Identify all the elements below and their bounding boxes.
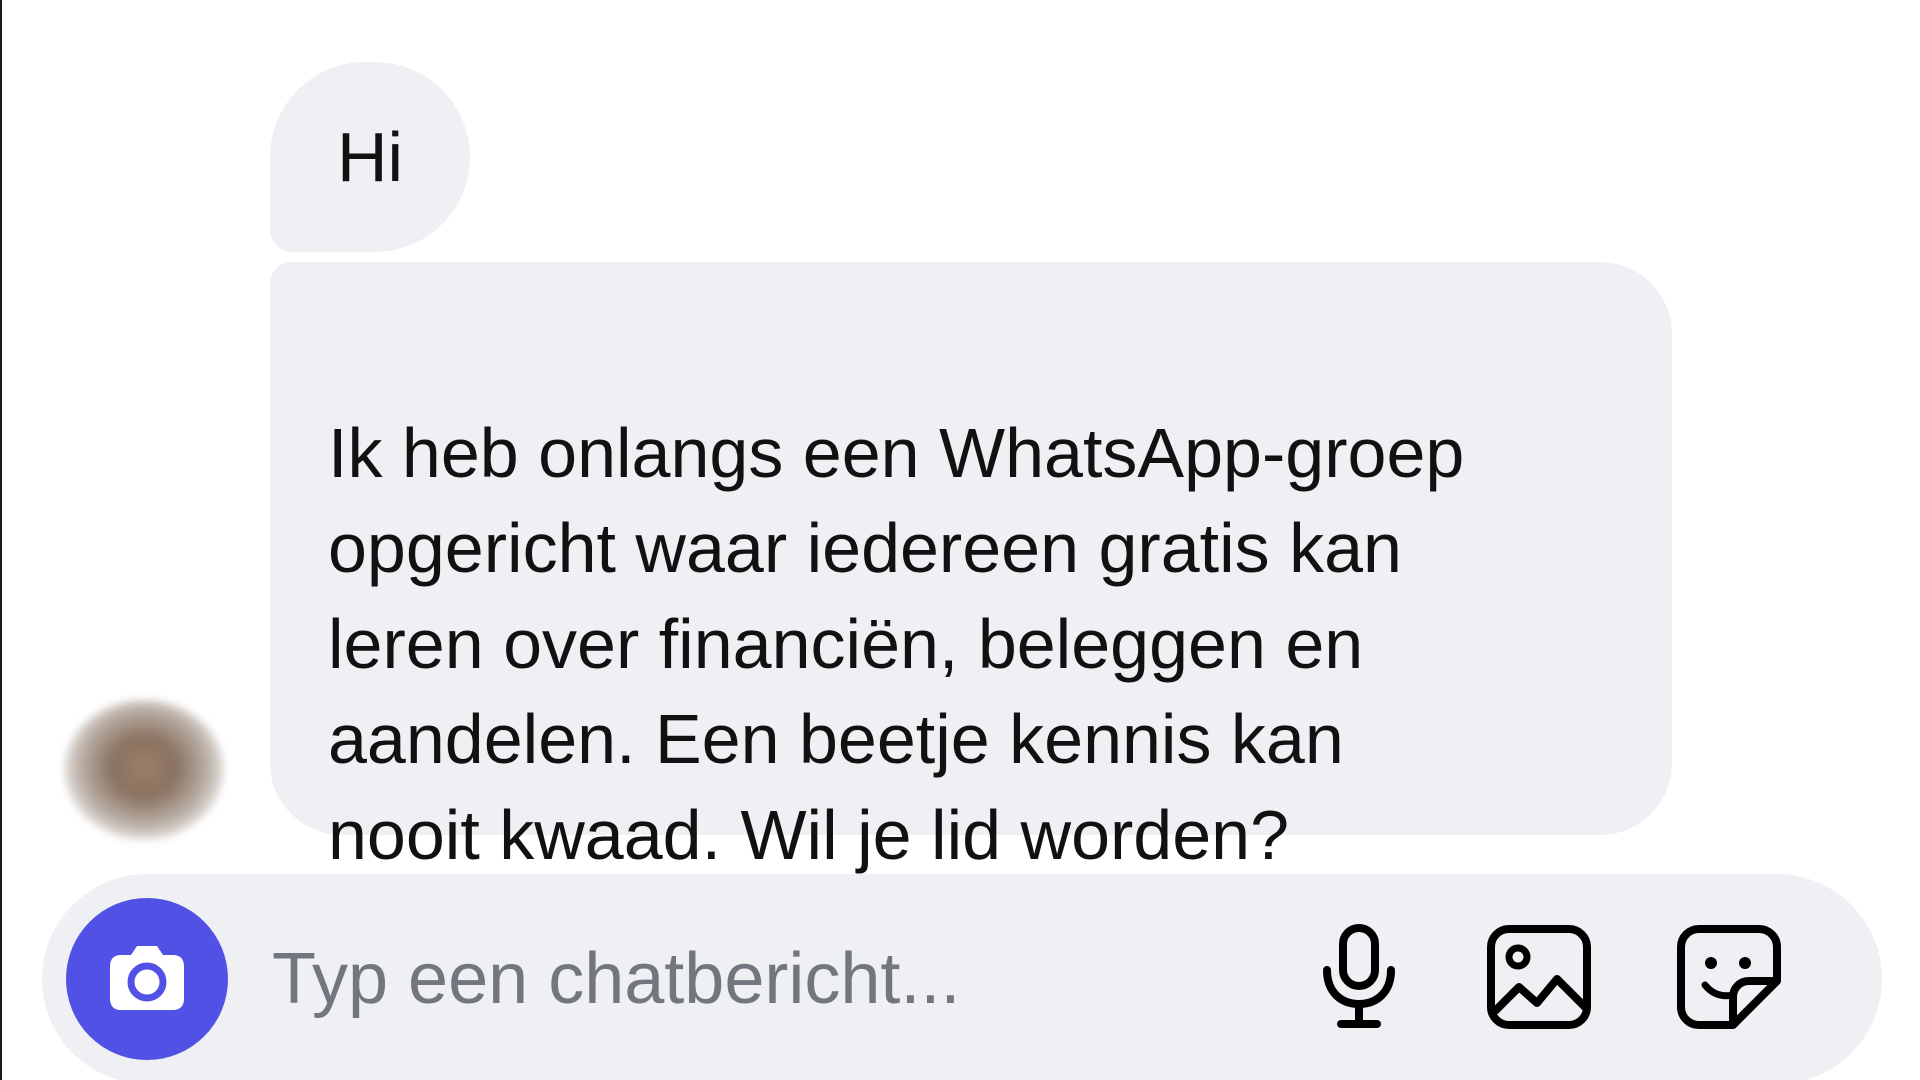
message-text: Hi (336, 118, 404, 196)
message-input[interactable] (272, 920, 1252, 1038)
sticker-button[interactable] (1674, 922, 1784, 1032)
camera-icon (110, 946, 184, 1010)
camera-button[interactable] (66, 898, 228, 1060)
incoming-message-bubble[interactable]: Hi (270, 62, 470, 252)
message-text: Ik heb onlangs een WhatsApp-groep opgeri… (328, 413, 1465, 874)
microphone-button[interactable] (1304, 922, 1414, 1032)
sender-avatar[interactable] (64, 700, 224, 840)
microphone-icon (1323, 924, 1395, 1028)
message-thread: Hi Ik heb onlangs een WhatsApp-groep opg… (2, 0, 1920, 874)
incoming-message-bubble[interactable]: Ik heb onlangs een WhatsApp-groep opgeri… (270, 262, 1672, 874)
sticker-icon (1677, 925, 1781, 1029)
gallery-button[interactable] (1484, 922, 1594, 1032)
chat-screen: Hi Ik heb onlangs een WhatsApp-groep opg… (0, 0, 1920, 1080)
image-gallery-icon (1487, 925, 1591, 1029)
